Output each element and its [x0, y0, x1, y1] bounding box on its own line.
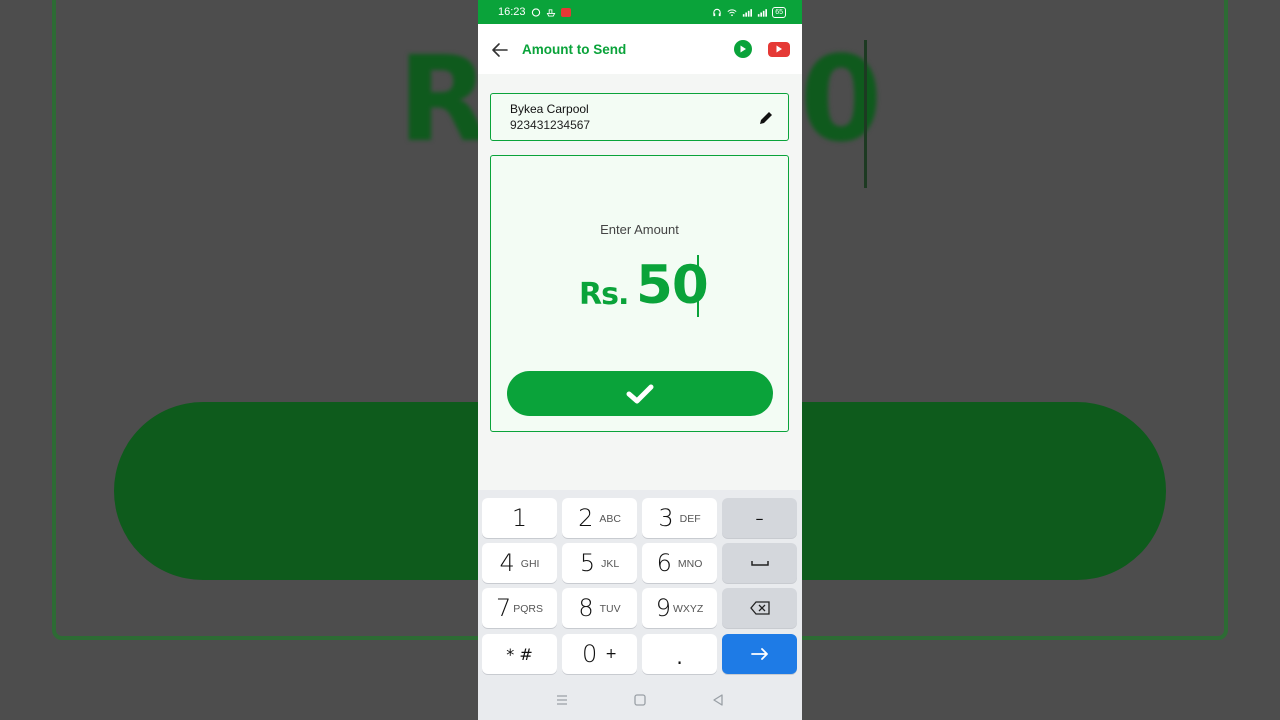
system-navigation-bar — [478, 680, 802, 720]
menu-icon[interactable] — [555, 693, 569, 707]
key-5[interactable]: 5 JKL — [562, 543, 637, 583]
back-nav-icon[interactable] — [711, 693, 725, 707]
battery-icon: 65 — [772, 6, 786, 18]
home-icon[interactable] — [633, 693, 647, 707]
background-amount-text: 0 — [800, 30, 883, 168]
recipient-card[interactable]: Bykea Carpool 923431234567 — [490, 93, 789, 141]
background-currency-text: R — [398, 30, 491, 168]
background-cursor — [864, 40, 867, 188]
key-1[interactable]: 1 — [482, 498, 557, 538]
headphones-icon — [713, 8, 721, 16]
enter-amount-label: Enter Amount — [600, 222, 679, 237]
key-2[interactable]: 2 ABC — [562, 498, 637, 538]
boat-icon — [546, 8, 555, 17]
key-6[interactable]: 6 MNO — [642, 543, 717, 583]
wifi-icon — [727, 8, 737, 16]
content-area: Bykea Carpool 923431234567 Enter Amount … — [478, 74, 802, 494]
key-4[interactable]: 4 GHI — [482, 543, 557, 583]
status-time: 16:23 — [498, 6, 526, 18]
amount-card: Enter Amount Rs. 50 — [490, 155, 789, 432]
key-backspace[interactable] — [722, 588, 797, 628]
key-0[interactable]: 0 + — [562, 634, 637, 674]
backspace-icon — [749, 601, 770, 615]
key-minus[interactable]: – — [722, 498, 797, 538]
status-bar: 16:23 65 — [478, 0, 802, 24]
whatsapp-icon — [531, 7, 540, 17]
key-7[interactable]: 7 PQRS — [482, 588, 557, 628]
notification-icon — [560, 7, 571, 17]
key-8[interactable]: 8 TUV — [562, 588, 637, 628]
confirm-button[interactable] — [507, 371, 773, 416]
key-star-hash[interactable]: * # — [482, 634, 557, 674]
space-icon — [750, 561, 769, 566]
key-enter[interactable] — [722, 634, 797, 674]
recipient-phone: 923431234567 — [510, 118, 591, 132]
key-9[interactable]: 9 WXYZ — [642, 588, 717, 628]
play-circle-icon[interactable] — [734, 40, 752, 58]
arrow-left-icon[interactable] — [490, 40, 510, 60]
checkmark-icon — [626, 384, 654, 403]
pencil-icon[interactable] — [758, 110, 774, 126]
key-space[interactable] — [722, 543, 797, 583]
text-cursor — [697, 255, 699, 317]
signal-icon — [743, 8, 753, 17]
key-3[interactable]: 3 DEF — [642, 498, 717, 538]
key-dot[interactable]: . — [642, 634, 717, 674]
enter-arrow-icon — [750, 648, 768, 660]
phone-screen: 16:23 65 Amount to Send Bykea Carpool 92… — [478, 0, 802, 720]
app-bar: Amount to Send — [478, 24, 802, 74]
youtube-icon[interactable] — [768, 41, 790, 57]
page-title: Amount to Send — [522, 41, 627, 57]
signal-icon — [758, 8, 768, 17]
currency-label: Rs. — [579, 277, 629, 312]
recipient-name: Bykea Carpool — [510, 102, 589, 116]
